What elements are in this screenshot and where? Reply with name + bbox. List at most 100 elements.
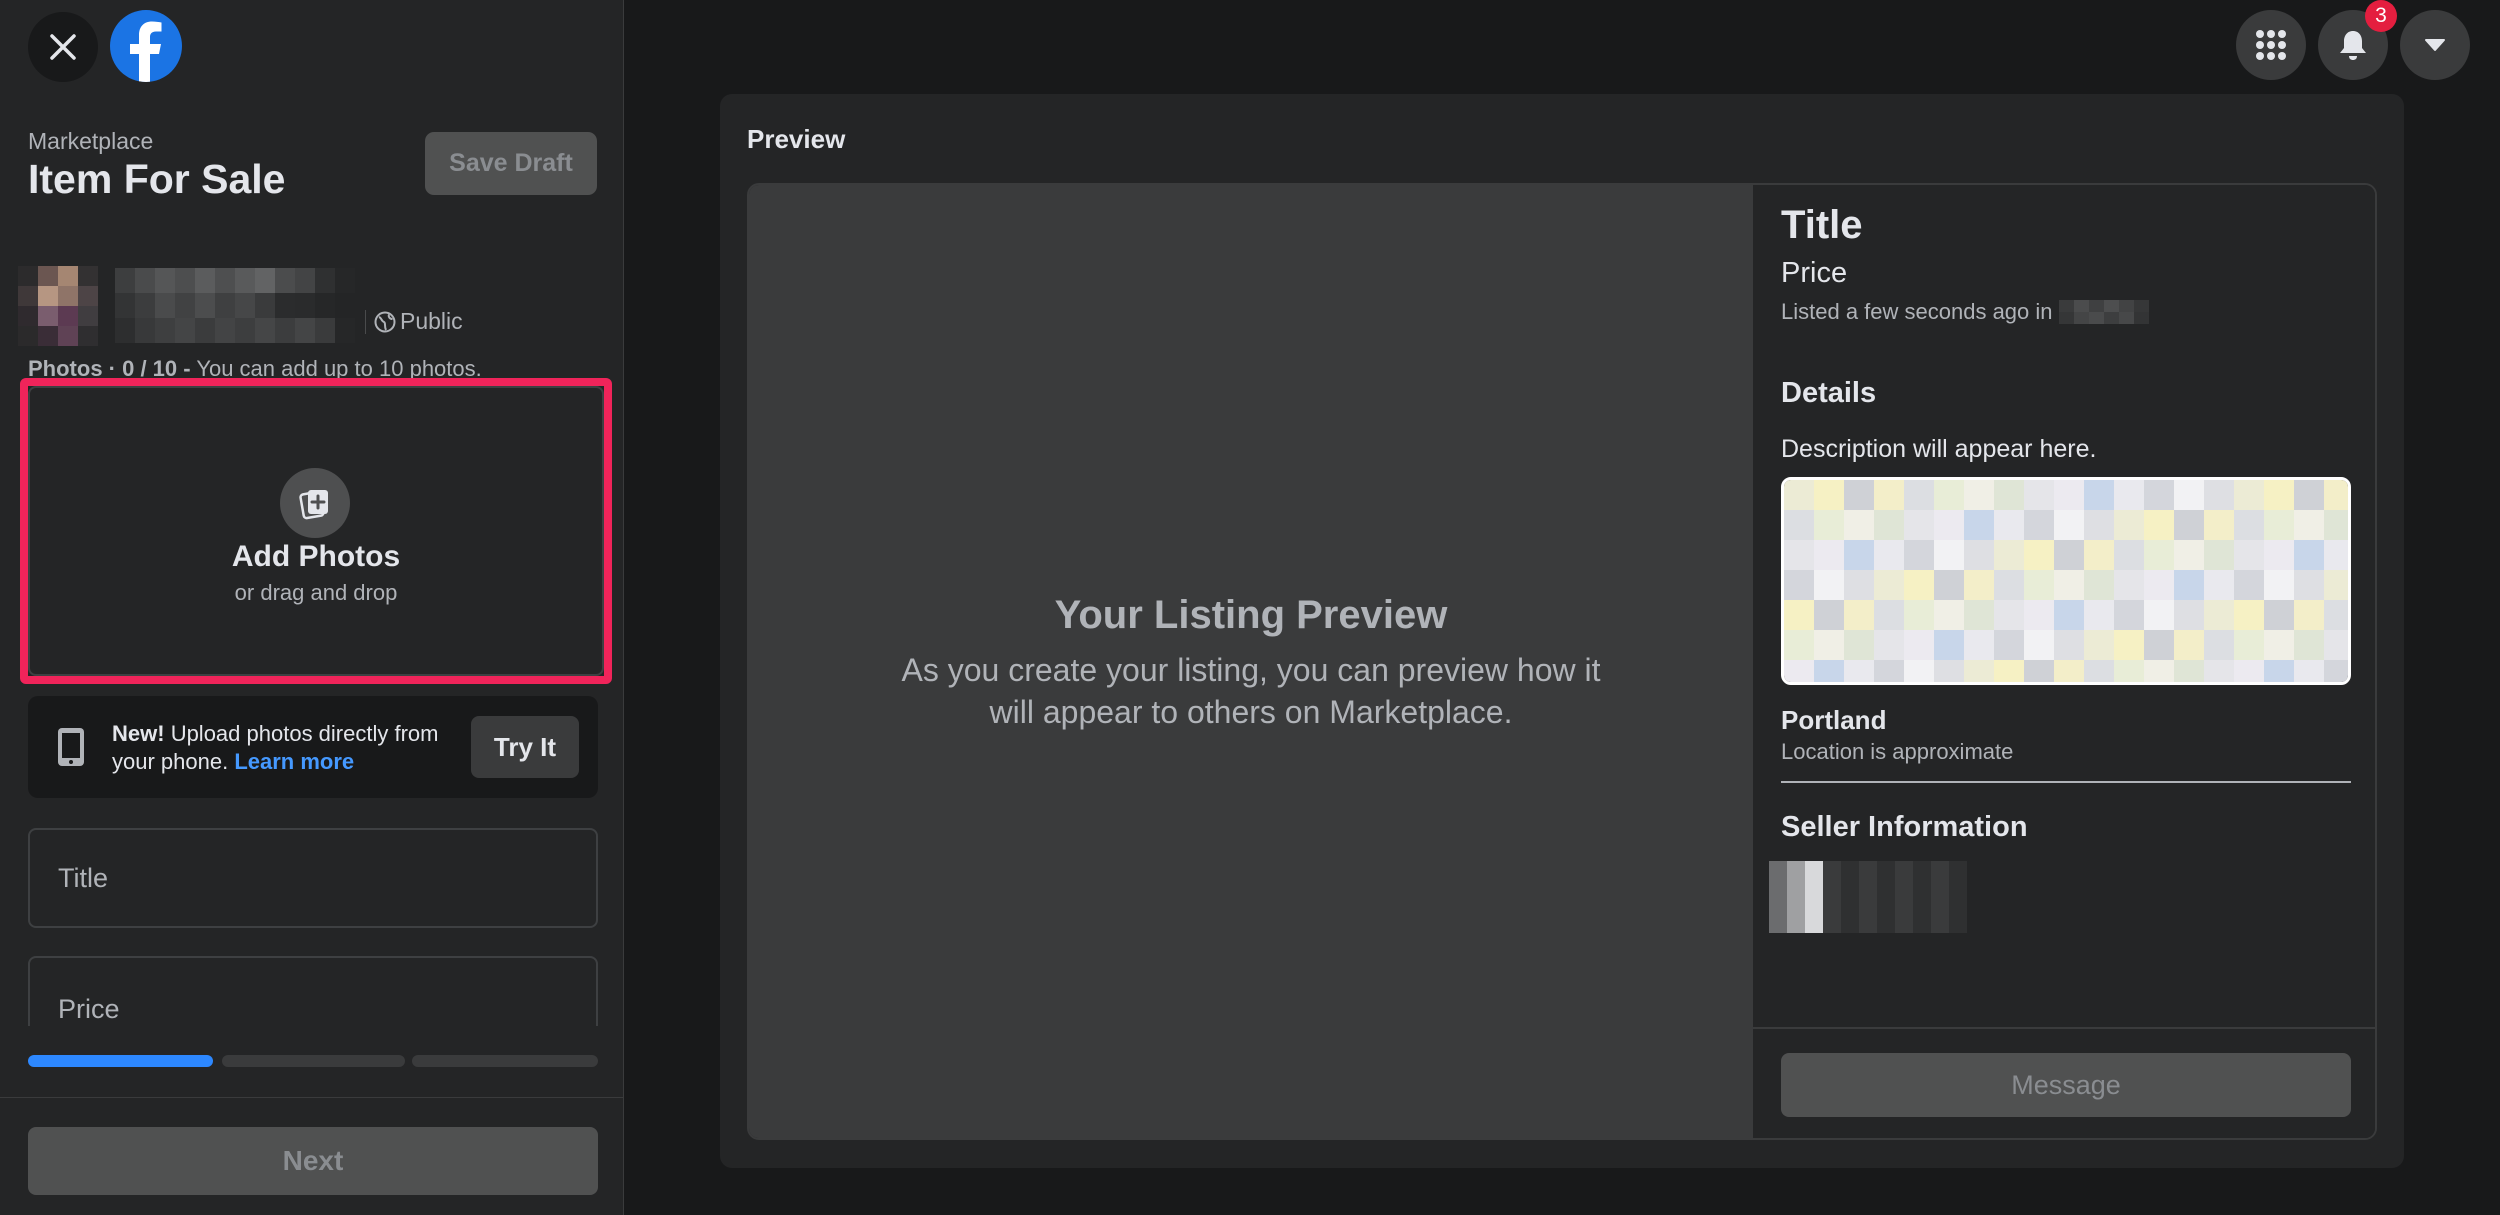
map-tile <box>1904 630 1934 660</box>
map-tile <box>2024 630 2054 660</box>
globe-icon <box>374 311 396 332</box>
seller-pixel <box>1841 861 1859 879</box>
listing-preview: Your Listing Preview As you create your … <box>747 183 2377 1140</box>
map-tile <box>1814 660 1844 682</box>
seller-pixel <box>1805 915 1823 933</box>
map-tile <box>1934 630 1964 660</box>
map-tile <box>1964 510 1994 540</box>
map-tile <box>2054 630 2084 660</box>
map-tile <box>2054 660 2084 682</box>
map-tile <box>2234 540 2264 570</box>
map-tile <box>2234 570 2264 600</box>
map-tile <box>2144 660 2174 682</box>
map-tile <box>2084 510 2114 540</box>
map-tile <box>2174 510 2204 540</box>
seller-pixel <box>1949 915 1967 933</box>
grid-menu-icon <box>2256 30 2286 60</box>
map-tile <box>2174 660 2204 682</box>
seller-pixel <box>1769 915 1787 933</box>
preview-heading: Preview <box>747 124 846 154</box>
map-tile <box>1964 570 1994 600</box>
save-draft-button[interactable]: Save Draft <box>425 132 597 195</box>
seller-pixel <box>1967 879 1985 897</box>
seller-pixel <box>1949 861 1967 879</box>
map-tile <box>2174 540 2204 570</box>
seller-pixel <box>1913 897 1931 915</box>
map-tile <box>2144 540 2174 570</box>
map-tile <box>1994 660 2024 682</box>
seller-pixel <box>1805 861 1823 879</box>
map-tile <box>1784 570 1814 600</box>
seller-pixel <box>1877 861 1895 879</box>
menu-button[interactable] <box>2236 10 2306 80</box>
map-tile <box>2294 630 2324 660</box>
location-redacted <box>2058 300 2149 324</box>
map-tile <box>1964 660 1994 682</box>
map-tile <box>1964 600 1994 630</box>
photos-counter-hint: You can add up to 10 photos. <box>196 356 482 380</box>
map-tile <box>2054 510 2084 540</box>
highlight-box <box>20 378 612 684</box>
listing-price: Price <box>1781 257 1848 289</box>
close-button[interactable] <box>28 12 98 82</box>
map-tile <box>2024 510 2054 540</box>
close-icon <box>50 34 76 60</box>
map-tile <box>2294 660 2324 682</box>
account-button[interactable] <box>2400 10 2470 80</box>
map-tile <box>2114 630 2144 660</box>
map-tile <box>2234 630 2264 660</box>
create-listing-sidebar: Marketplace Item For Sale Save Draft Pub… <box>0 0 624 1215</box>
map-tile <box>2204 540 2234 570</box>
map-tile <box>2084 480 2114 510</box>
details-footer-divider <box>1753 1027 2375 1029</box>
seller-pixel <box>1967 915 1985 933</box>
map-tile <box>1814 570 1844 600</box>
map-tile <box>1934 480 1964 510</box>
seller-pixel <box>1823 915 1841 933</box>
audience-label: Public <box>400 308 463 334</box>
map-tile <box>2294 480 2324 510</box>
map-tile <box>2264 480 2294 510</box>
progress-step-2 <box>222 1055 405 1067</box>
audience-separator <box>365 310 366 334</box>
map-tile <box>2294 600 2324 630</box>
seller-pixel <box>1859 915 1877 933</box>
seller-pixel <box>1895 879 1913 897</box>
map-tile <box>1934 600 1964 630</box>
map-tile <box>2294 570 2324 600</box>
map-tile <box>1874 660 1904 682</box>
seller-pixel <box>1823 861 1841 879</box>
map-tile <box>1844 540 1874 570</box>
seller-pixel <box>1913 861 1931 879</box>
try-it-button[interactable]: Try It <box>471 716 579 778</box>
map-tile <box>2054 600 2084 630</box>
map-tile <box>2084 600 2114 630</box>
map-tile <box>1904 600 1934 630</box>
map-tile <box>2114 570 2144 600</box>
map-tile <box>2264 540 2294 570</box>
map-tile <box>1844 630 1874 660</box>
listing-preview-description: As you create your listing, you can prev… <box>901 652 1601 730</box>
learn-more-link[interactable]: Learn more <box>234 749 354 774</box>
map-tile <box>1904 570 1934 600</box>
map-tile <box>1814 540 1844 570</box>
facebook-f-icon <box>130 21 162 82</box>
facebook-logo[interactable] <box>110 10 182 82</box>
seller-pixel <box>1967 897 1985 915</box>
seller-pixel <box>1931 861 1949 879</box>
next-button[interactable]: Next <box>28 1127 598 1195</box>
message-button[interactable]: Message <box>1781 1053 2351 1117</box>
listing-preview-title: Your Listing Preview <box>1054 593 1448 637</box>
map-tile <box>2234 600 2264 630</box>
map-tile <box>2204 570 2234 600</box>
price-input[interactable]: Price <box>28 956 598 1026</box>
seller-pixel <box>1895 861 1913 879</box>
seller-pixel <box>1931 879 1949 897</box>
seller-info-redacted <box>1769 861 1985 933</box>
location-map[interactable] <box>1781 477 2351 685</box>
map-tile <box>1784 630 1814 660</box>
map-tile <box>2204 480 2234 510</box>
seller-pixel <box>1913 879 1931 897</box>
map-tile <box>1784 540 1814 570</box>
title-input[interactable]: Title <box>28 828 598 928</box>
